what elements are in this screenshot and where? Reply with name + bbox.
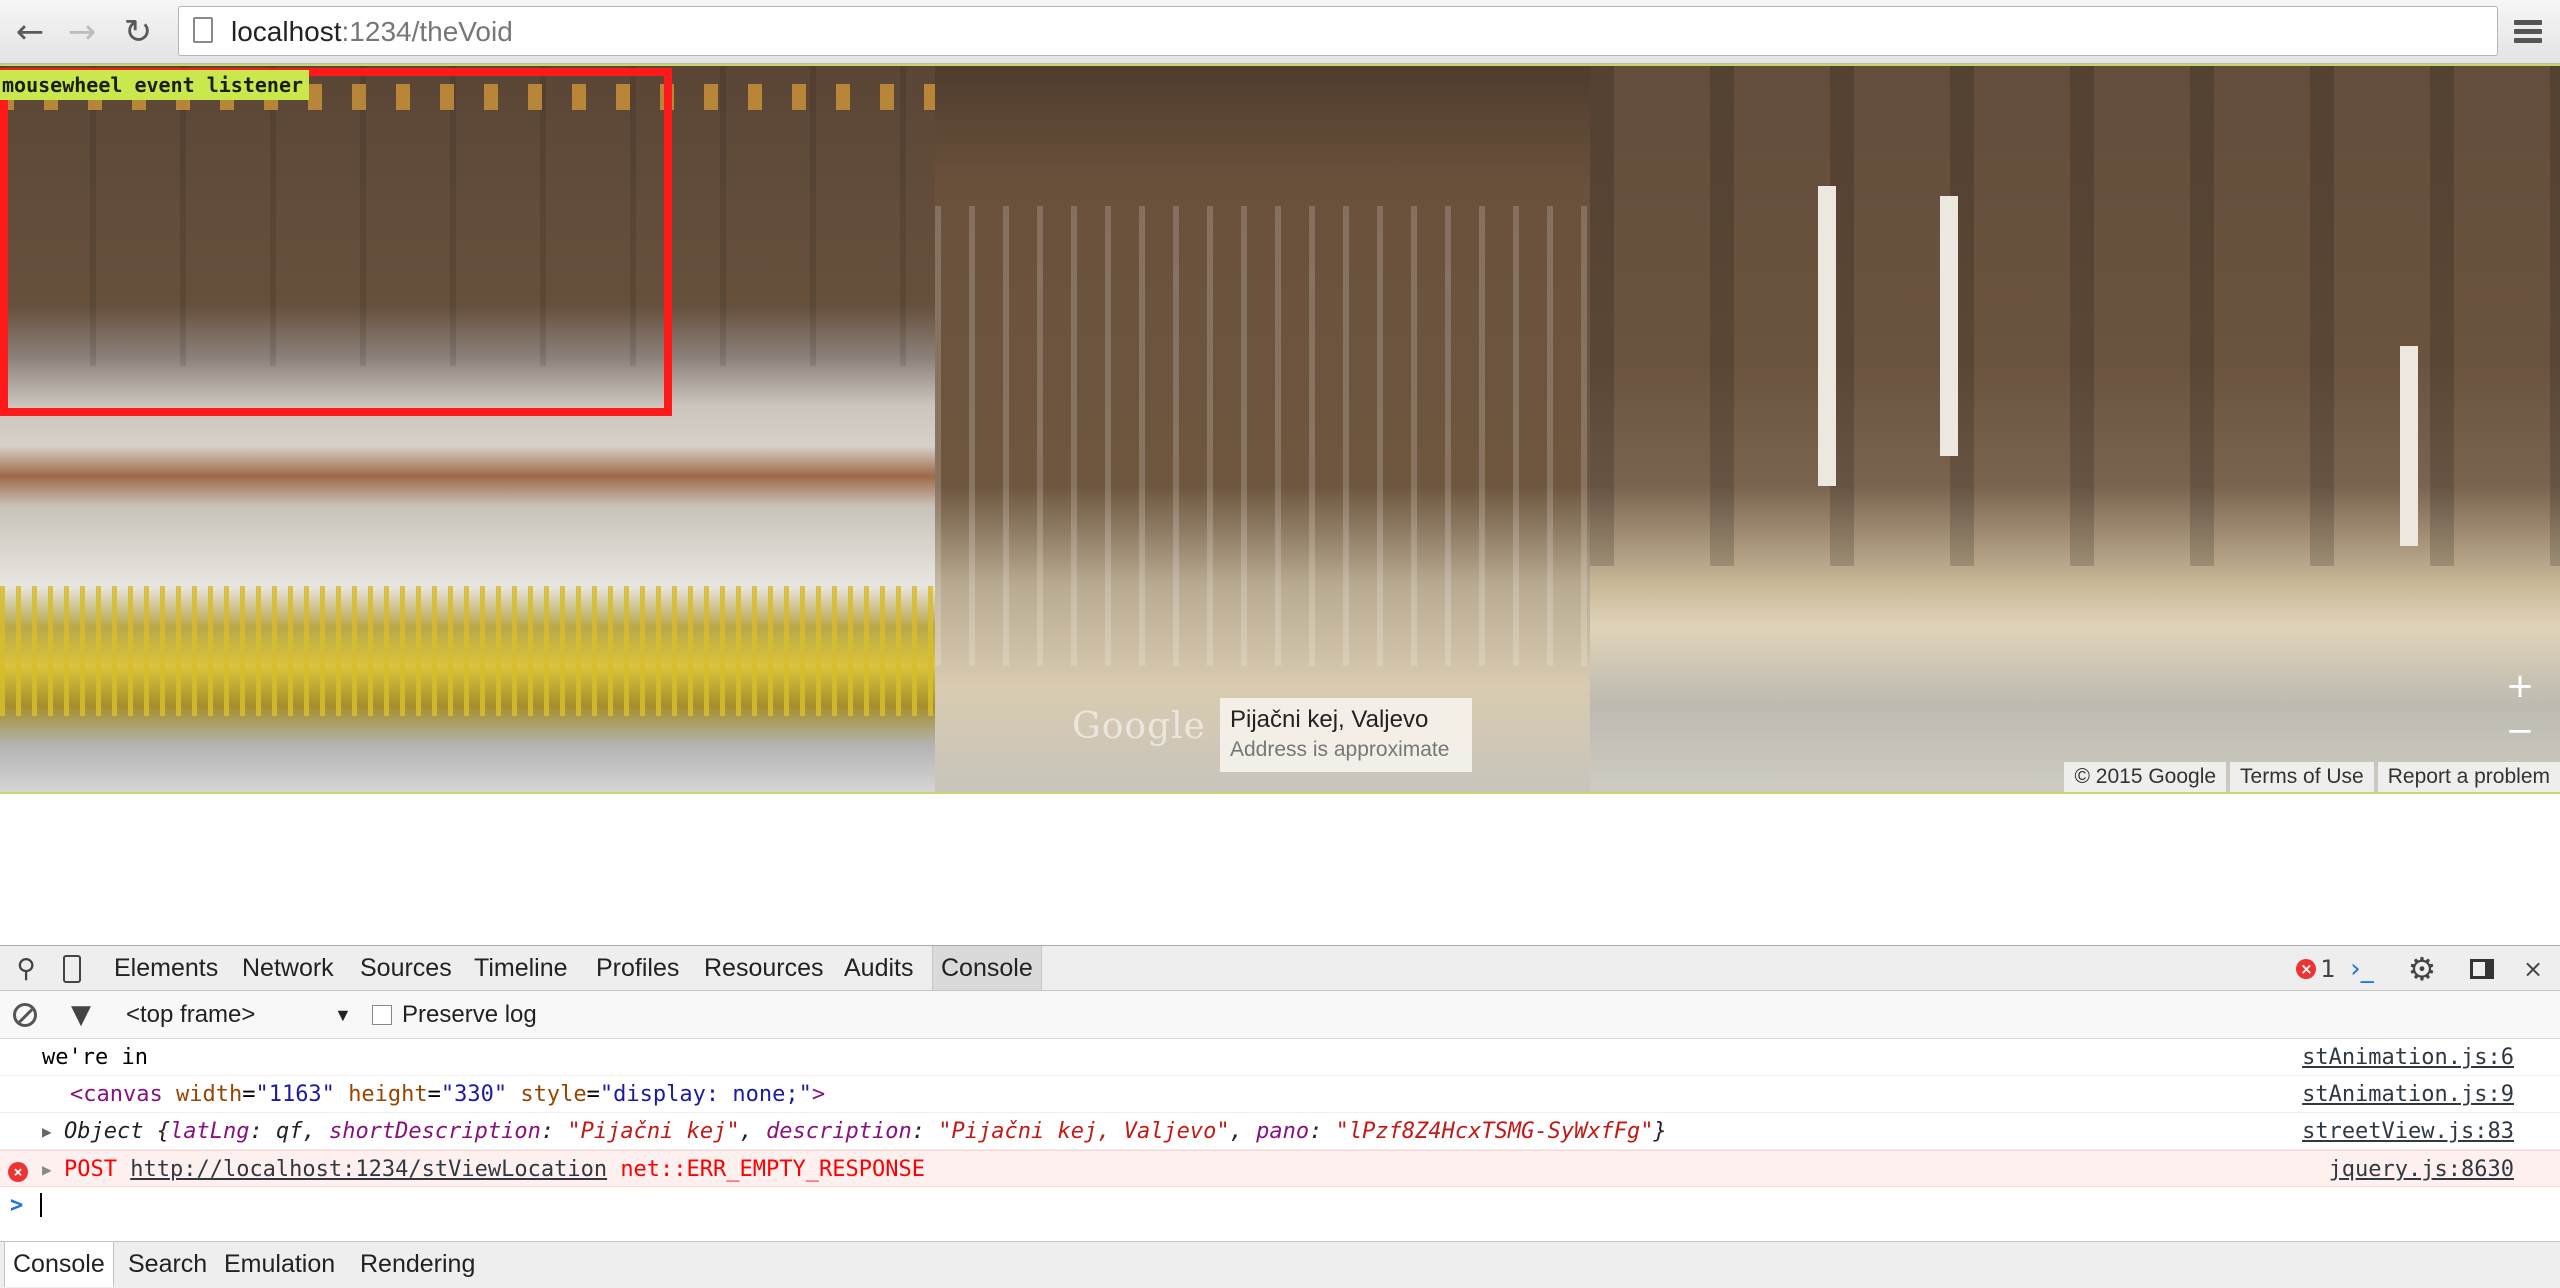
console-drawer-icon[interactable]: ›_ xyxy=(2342,946,2382,992)
console-element-node[interactable]: <canvas width="1163" height="330" style=… xyxy=(70,1082,825,1107)
preserve-log-label: Preserve log xyxy=(402,1001,537,1028)
devtools-drawer-tabs: Console Search Emulation Rendering xyxy=(0,1241,2560,1288)
terms-of-use-link[interactable]: Terms of Use xyxy=(2230,762,2374,792)
drawer-tab-emulation[interactable]: Emulation xyxy=(224,1242,335,1287)
dock-side-icon[interactable] xyxy=(2464,946,2500,992)
url-path: :1234/theVoid xyxy=(341,16,513,47)
forward-arrow-icon[interactable]: → xyxy=(62,12,102,52)
console-filter-bar: ▼ <top frame> ▼ Preserve log xyxy=(0,991,2560,1039)
console-message: <canvas width="1163" height="330" style=… xyxy=(0,1076,2560,1113)
console-prompt[interactable]: > xyxy=(0,1187,2560,1224)
search-icon[interactable]: ⚲ xyxy=(8,946,44,992)
error-count: 1 xyxy=(2320,955,2336,983)
street-view-panorama[interactable]: mousewheel event listener Google Pijačni… xyxy=(0,64,2560,794)
console-source-link[interactable]: stAnimation.js:9 xyxy=(2302,1082,2514,1107)
hamburger-menu-icon[interactable] xyxy=(2508,12,2548,52)
zoom-in-button[interactable]: + xyxy=(2496,664,2544,709)
frame-select-value: <top frame> xyxy=(126,1001,256,1028)
tab-resources[interactable]: Resources xyxy=(704,946,824,990)
reload-icon[interactable]: ↻ xyxy=(118,12,158,52)
address-box: Pijačni kej, Valjevo Address is approxim… xyxy=(1220,698,1472,772)
console-error-message: × ▶ POST http://localhost:1234/stViewLoc… xyxy=(0,1150,2560,1187)
tab-profiles[interactable]: Profiles xyxy=(596,946,679,990)
console-message: we're in stAnimation.js:6 xyxy=(0,1039,2560,1076)
address-subtitle: Address is approximate xyxy=(1230,738,1450,761)
mousewheel-label: mousewheel event listener xyxy=(0,70,310,100)
address-bar[interactable]: localhost:1234/theVoid xyxy=(178,6,2498,56)
error-text: POST http://localhost:1234/stViewLocatio… xyxy=(64,1157,925,1182)
error-url-link[interactable]: http://localhost:1234/stViewLocation xyxy=(130,1157,607,1182)
zoom-out-button[interactable]: − xyxy=(2496,709,2544,754)
chevron-down-icon: ▼ xyxy=(334,1005,352,1025)
console-message-text: we're in xyxy=(42,1045,148,1070)
report-problem-link[interactable]: Report a problem xyxy=(2377,762,2560,792)
preserve-log-checkbox[interactable] xyxy=(372,1005,392,1025)
console-output: we're in stAnimation.js:6 <canvas width=… xyxy=(0,1039,2560,1239)
page-icon xyxy=(193,17,213,43)
console-message: ▶ Object {latLng: qf, shortDescription: … xyxy=(0,1113,2560,1150)
tab-elements[interactable]: Elements xyxy=(114,946,218,990)
address-title: Pijačni kej, Valjevo xyxy=(1230,706,1429,733)
expand-triangle-icon[interactable]: ▶ xyxy=(42,1160,52,1179)
prompt-chevron-icon: > xyxy=(10,1193,24,1218)
drawer-tab-console[interactable]: Console xyxy=(4,1242,114,1287)
panorama-segment-right xyxy=(1590,66,2560,792)
console-source-link[interactable]: stAnimation.js:6 xyxy=(2302,1045,2514,1070)
clear-console-icon[interactable] xyxy=(8,991,42,1039)
url-text[interactable]: localhost:1234/theVoid xyxy=(231,16,513,48)
zoom-control: + − xyxy=(2496,664,2544,754)
back-arrow-icon[interactable]: ← xyxy=(10,12,50,52)
tab-sources[interactable]: Sources xyxy=(360,946,452,990)
close-icon[interactable]: × xyxy=(2518,946,2548,992)
error-icon: × xyxy=(8,1158,28,1183)
tab-timeline[interactable]: Timeline xyxy=(474,946,568,990)
tab-audits[interactable]: Audits xyxy=(844,946,913,990)
console-object[interactable]: Object {latLng: qf, shortDescription: "P… xyxy=(64,1119,1667,1144)
copyright-text: © 2015 Google xyxy=(2064,762,2227,792)
frame-select[interactable]: <top frame> ▼ xyxy=(126,991,356,1039)
tab-network[interactable]: Network xyxy=(242,946,334,990)
url-host: localhost xyxy=(231,16,342,47)
console-source-link[interactable]: streetView.js:83 xyxy=(2302,1119,2514,1144)
attribution-bar: © 2015 Google Terms of Use Report a prob… xyxy=(2060,762,2560,792)
panorama-segment-middle xyxy=(935,66,1590,792)
highlight-rectangle xyxy=(0,68,672,416)
drawer-tab-rendering[interactable]: Rendering xyxy=(360,1242,475,1287)
drawer-tab-search[interactable]: Search xyxy=(128,1242,207,1287)
gear-icon[interactable]: ⚙ xyxy=(2402,946,2442,992)
google-logo: Google xyxy=(1072,706,1206,747)
devtools-toolbar: ⚲ Elements Network Sources Timeline Prof… xyxy=(0,945,2560,991)
console-source-link[interactable]: jquery.js:8630 xyxy=(2329,1157,2514,1182)
text-cursor xyxy=(40,1193,42,1217)
browser-toolbar: ← → ↻ localhost:1234/theVoid xyxy=(0,0,2560,64)
filter-icon[interactable]: ▼ xyxy=(64,991,98,1039)
device-mode-icon[interactable] xyxy=(58,946,86,992)
tab-console[interactable]: Console xyxy=(932,946,1042,990)
error-icon: × xyxy=(2296,959,2317,979)
error-counter[interactable]: × 1 xyxy=(2286,946,2346,992)
expand-triangle-icon[interactable]: ▶ xyxy=(42,1122,52,1141)
